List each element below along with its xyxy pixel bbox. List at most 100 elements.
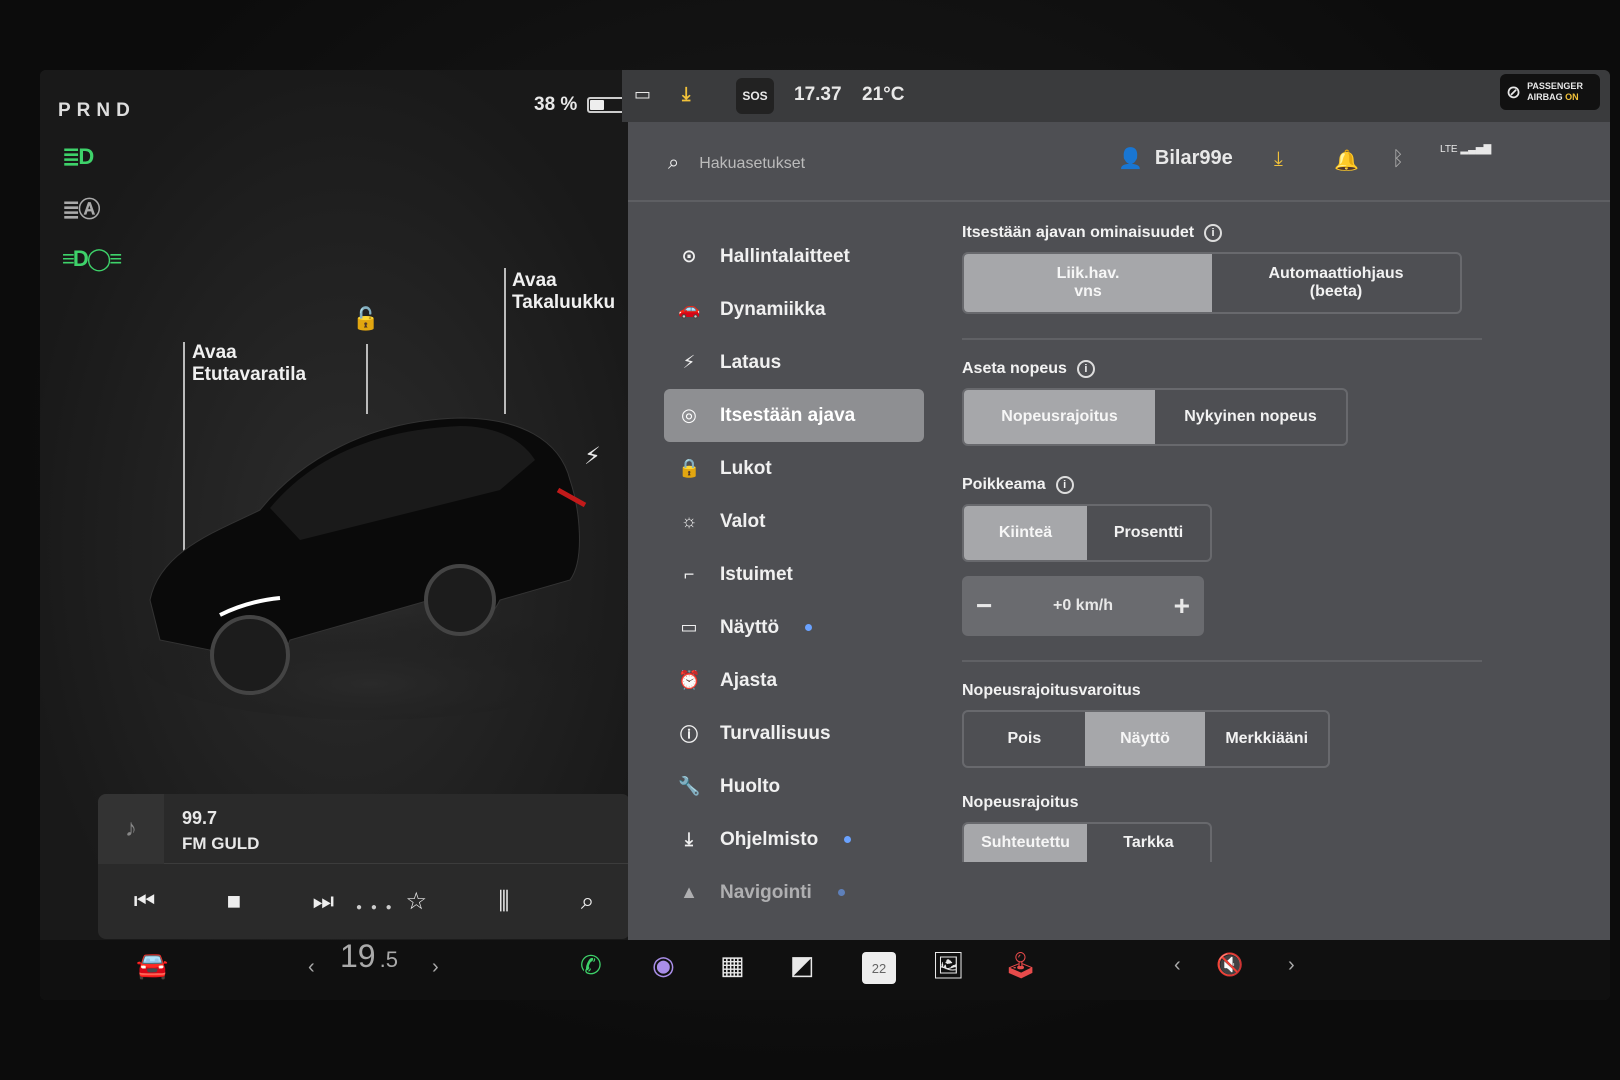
option-chime[interactable]: Merkkiääni — [1205, 712, 1328, 766]
menu-item-1[interactable]: 🚗 Dynamiikka — [664, 283, 924, 336]
offset-type-selector: Kiinteä Prosentti — [962, 504, 1212, 562]
radio-station: FM GULD — [182, 834, 260, 853]
menu-item-5[interactable]: ☼ Valot — [664, 495, 924, 548]
autopilot-settings: Itsestään ajavan ominaisuudet i Liik.hav.… — [962, 224, 1482, 862]
volume-up-chevron-icon[interactable]: › — [1288, 954, 1295, 977]
headlight-icon: ≣D — [62, 144, 94, 169]
media-info[interactable]: ♪ 99.7 FM GULD — [98, 794, 630, 864]
alarm-icon: ⏰ — [678, 670, 701, 690]
light-indicators: ≣D ≣Ⓐ ≡D◯≡ — [62, 144, 122, 272]
menu-item-10[interactable]: 🔧 Huolto — [664, 760, 924, 813]
speed-warning-title: Nopeusrajoitusvaroitus — [962, 682, 1482, 700]
option-percent[interactable]: Prosentti — [1087, 506, 1210, 560]
open-trunk-label-2: Takaluukku — [512, 292, 616, 313]
parking-light-icon: ≡D◯≡ — [62, 246, 122, 271]
menu-item-8[interactable]: ⏰ Ajasta — [664, 654, 924, 707]
settings-search[interactable]: ⌕ Hakuasetukset — [668, 152, 805, 175]
temp-up-chevron-icon[interactable]: › — [432, 956, 439, 979]
option-traffic-aware-cruise[interactable]: Liik.hav. vns — [964, 254, 1212, 312]
bluetooth-icon[interactable]: ᛒ — [1392, 148, 1404, 171]
update-dot — [805, 624, 813, 631]
speed-warning-label: Nopeusrajoitusvaroitus — [962, 682, 1141, 699]
option-current-speed[interactable]: Nykyinen nopeus — [1155, 390, 1346, 444]
mute-icon[interactable]: 🔇 — [1216, 952, 1243, 978]
open-frunk-label-2: Etutavaratila — [192, 364, 307, 385]
calendar-icon[interactable]: 22 — [862, 952, 896, 984]
car-icon[interactable]: 🚘 — [136, 950, 168, 981]
camera-icon[interactable]: ◉ — [652, 950, 675, 981]
airbag-icon: ⊘ — [1506, 81, 1522, 102]
offset-title: Poikkeama i — [962, 476, 1482, 494]
autopilot-features-selector: Liik.hav. vns Automaattiohjaus (beeta) — [962, 252, 1462, 314]
phone-icon[interactable]: ✆ — [580, 950, 602, 981]
menu-item-label: Navigointi — [720, 881, 812, 903]
option-off[interactable]: Pois — [964, 712, 1085, 766]
profile-name: Bilar99e — [1154, 147, 1233, 169]
update-dot — [844, 836, 852, 843]
next-track-icon[interactable]: ⏭ — [313, 888, 335, 916]
unlock-icon[interactable]: 🔓 — [352, 306, 379, 332]
temp-down-chevron-icon[interactable]: ‹ — [308, 956, 315, 979]
favorite-star-icon[interactable]: ☆ — [406, 887, 428, 916]
menu-item-7[interactable]: ▭ Näyttö — [664, 601, 924, 654]
sun-icon: ☼ — [680, 511, 698, 531]
cabin-temp-decimal: .5 — [379, 947, 398, 972]
stop-icon[interactable]: ■ — [227, 888, 242, 916]
menu-item-6[interactable]: ⌐ Istuimet — [664, 548, 924, 601]
sos-button[interactable]: SOS — [736, 78, 774, 114]
option-fixed[interactable]: Kiinteä — [964, 506, 1087, 560]
search-icon: ⌕ — [668, 152, 680, 174]
navigation-icon: ▲ — [680, 882, 698, 902]
menu-item-0[interactable]: ⊙ Hallintalaitteet — [664, 230, 924, 283]
menu-item-2[interactable]: ⚡ Lataus — [664, 336, 924, 389]
media-page-dots[interactable]: ● ● ● — [356, 902, 395, 913]
download-status-icon[interactable]: ⤓ — [682, 84, 690, 106]
bolt-icon: ⚡ — [682, 352, 696, 372]
offset-label: Poikkeama — [962, 476, 1046, 493]
menu-item-4[interactable]: 🔒 Lukot — [664, 442, 924, 495]
option-speed-limit[interactable]: Nopeusrajoitus — [964, 390, 1155, 444]
driver-profile[interactable]: 👤 Bilar99e — [1118, 146, 1233, 171]
display-icon: ▭ — [680, 617, 698, 637]
toybox-icon[interactable]: ▦ — [720, 950, 745, 981]
outside-temperature: 21°C — [862, 84, 905, 105]
steering-wheel-icon: ◎ — [681, 405, 697, 425]
decrease-button[interactable]: − — [976, 590, 992, 622]
previous-track-icon[interactable]: ⏮ — [134, 888, 156, 916]
open-frunk-button[interactable]: Avaa Etutavaratila — [192, 342, 306, 386]
menu-item-label: Ajasta — [720, 669, 778, 691]
volume-down-chevron-icon[interactable]: ‹ — [1174, 954, 1181, 977]
bottom-dock: 🚘 ‹ › ✆ ◉ ▦ ◩ 22 🖼 🕹 ‹ 🔇 › — [40, 940, 1610, 1000]
menu-item-3[interactable]: ◎ Itsestään ajava — [664, 389, 924, 442]
option-absolute[interactable]: Tarkka — [1087, 824, 1210, 862]
cabin-temp-whole: 19 — [340, 938, 376, 974]
info-icon[interactable]: i — [1204, 224, 1223, 242]
info-icon[interactable]: i — [1076, 360, 1095, 378]
software-update-icon[interactable]: ⤓ — [1274, 148, 1283, 171]
menu-item-12[interactable]: ▲ Navigointi — [664, 866, 924, 919]
set-speed-selector: Nopeusrajoitus Nykyinen nopeus — [962, 388, 1348, 446]
open-trunk-button[interactable]: Avaa Takaluukku — [512, 270, 615, 314]
joystick-icon[interactable]: 🕹 — [1004, 950, 1037, 981]
navigation-app-icon[interactable]: ◩ — [790, 950, 815, 981]
lte-signal-icon: LTE ▂▃▅▇ — [1440, 144, 1492, 155]
car-panel: PRND 38 % ≣D ≣Ⓐ ≡D◯≡ Avaa Etutavaratila … — [40, 70, 650, 940]
menu-item-label: Itsestään ajava — [720, 404, 856, 426]
increase-button[interactable]: + — [1174, 590, 1190, 622]
menu-item-11[interactable]: ⤓ Ohjelmisto — [664, 813, 924, 866]
equalizer-icon[interactable]: ⫼ — [498, 888, 509, 916]
download-icon: ⤓ — [685, 829, 693, 849]
search-input[interactable]: Hakuasetukset — [699, 155, 805, 173]
option-autosteer[interactable]: Automaattiohjaus (beeta) — [1212, 254, 1460, 312]
dashcam-icon[interactable]: ▭ — [634, 84, 651, 105]
media-search-icon[interactable]: ⌕ — [581, 888, 594, 916]
menu-item-label: Lataus — [720, 351, 782, 373]
airbag-label-2: AIRBAG — [1527, 92, 1563, 102]
notification-bell-icon[interactable]: 🔔 — [1334, 148, 1359, 173]
option-relative[interactable]: Suhteutettu — [964, 824, 1087, 862]
seat-icon: ⌐ — [683, 564, 695, 584]
option-display[interactable]: Näyttö — [1084, 712, 1206, 766]
menu-item-9[interactable]: ⓘ Turvallisuus — [664, 707, 924, 760]
photo-app-icon[interactable]: 🖼 — [932, 950, 965, 981]
info-icon[interactable]: i — [1055, 476, 1074, 494]
